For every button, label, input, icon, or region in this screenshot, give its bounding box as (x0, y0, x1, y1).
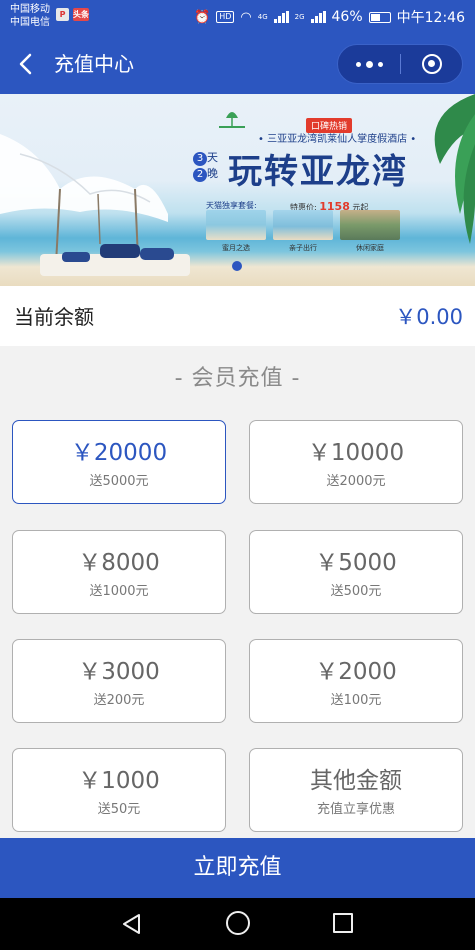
recharge-option[interactable]: ￥1000 送50元 (12, 748, 226, 832)
carrier-2: 中国电信 (10, 17, 50, 28)
carrier-info: 中国移动 中国电信 (10, 3, 50, 29)
page-title: 充值中心 (54, 52, 134, 76)
option-bonus: 送5000元 (89, 474, 149, 489)
option-amount: ￥10000 (307, 440, 405, 466)
recharge-option[interactable]: ￥20000 送5000元 (12, 420, 226, 504)
trip-duration: 3天 2晚 (193, 150, 218, 182)
news-app-icon: 头条 (73, 8, 89, 21)
option-amount: ￥20000 (70, 440, 168, 466)
promo-banner[interactable]: 口碑热销 • 三亚亚龙湾凯莱仙人掌度假酒店 • 3天 2晚 玩转亚龙湾 天猫独享… (0, 94, 475, 286)
header: 充值中心 (0, 34, 475, 94)
status-right: ⏰ HD ◠ 4G 2G 46% 中午12:46 (194, 0, 465, 34)
wifi-icon: ◠ (240, 9, 252, 25)
photo-family-trip (273, 210, 333, 240)
network-4g-label: 4G (257, 13, 268, 21)
close-miniprogram-icon[interactable] (422, 54, 442, 74)
alarm-icon: ⏰ (194, 9, 211, 25)
nights-number: 2 (193, 168, 207, 182)
option-bonus: 送2000元 (326, 474, 386, 489)
option-bonus: 送1000元 (89, 584, 149, 599)
hotel-name: • 三亚亚龙湾凯莱仙人掌度假酒店 • (258, 134, 417, 145)
banner-slogan: 玩转亚龙湾 (228, 152, 408, 192)
nav-recent-icon[interactable] (333, 913, 353, 933)
more-dots-icon[interactable] (338, 45, 400, 83)
days-number: 3 (193, 152, 207, 166)
option-amount: ￥5000 (315, 550, 397, 576)
recharge-option[interactable]: ￥3000 送200元 (12, 639, 226, 723)
option-amount: ￥2000 (315, 659, 397, 685)
nav-back-icon[interactable] (120, 912, 144, 936)
section-title: - 会员充值 - (174, 366, 301, 391)
photo-caption-1: 蜜月之选 (222, 244, 250, 252)
back-arrow-icon[interactable] (14, 52, 38, 76)
miniprogram-capsule (337, 44, 463, 84)
balance-label: 当前余额 (14, 305, 94, 329)
balance-row: 当前余额 ￥0.00 (0, 286, 475, 346)
balance-value: ￥0.00 (395, 305, 463, 329)
recharge-option[interactable]: ￥5000 送500元 (249, 530, 463, 614)
recharge-option[interactable]: ￥10000 送2000元 (249, 420, 463, 504)
map-app-icon: P (56, 8, 69, 21)
photo-caption-3: 休闲家庭 (356, 244, 384, 252)
option-bonus: 送100元 (330, 693, 382, 708)
option-bonus: 送50元 (97, 802, 141, 817)
network-2g-label: 2G (294, 13, 305, 21)
option-amount: ￥8000 (78, 550, 160, 576)
battery-icon (368, 11, 391, 23)
carrier-1: 中国移动 (10, 4, 50, 15)
system-nav-bar (0, 898, 475, 950)
option-amount: 其他金额 (310, 768, 402, 794)
recharge-option-other[interactable]: 其他金额 充值立享优惠 (249, 748, 463, 832)
photo-leisure (340, 210, 400, 240)
days-unit: 天 (207, 151, 218, 164)
photo-caption-2: 亲子出行 (289, 244, 317, 252)
signal-icon (273, 11, 289, 23)
battery-percent: 46% (331, 9, 363, 25)
option-amount: ￥3000 (78, 659, 160, 685)
status-bar: 中国移动 中国电信 P 头条 ⏰ HD ◠ 4G 2G 46% 中午12:46 (0, 0, 475, 34)
option-amount: ￥1000 (78, 768, 160, 794)
nights-unit: 晚 (207, 167, 218, 180)
option-bonus: 送200元 (93, 693, 145, 708)
option-bonus: 送500元 (330, 584, 382, 599)
recharge-now-button[interactable]: 立即充值 (0, 838, 475, 898)
photo-honeymoon (206, 210, 266, 240)
recharge-option[interactable]: ￥8000 送1000元 (12, 530, 226, 614)
option-bonus: 充值立享优惠 (316, 802, 395, 817)
notification-icons: P 头条 (56, 8, 89, 21)
signal-icon-2 (310, 11, 326, 23)
clock: 中午12:46 (396, 10, 465, 26)
hd-icon: HD (216, 11, 235, 23)
nav-home-icon[interactable] (226, 911, 250, 935)
recharge-option[interactable]: ￥2000 送100元 (249, 639, 463, 723)
capsule-divider (400, 54, 401, 74)
carousel-indicator[interactable] (232, 261, 242, 271)
